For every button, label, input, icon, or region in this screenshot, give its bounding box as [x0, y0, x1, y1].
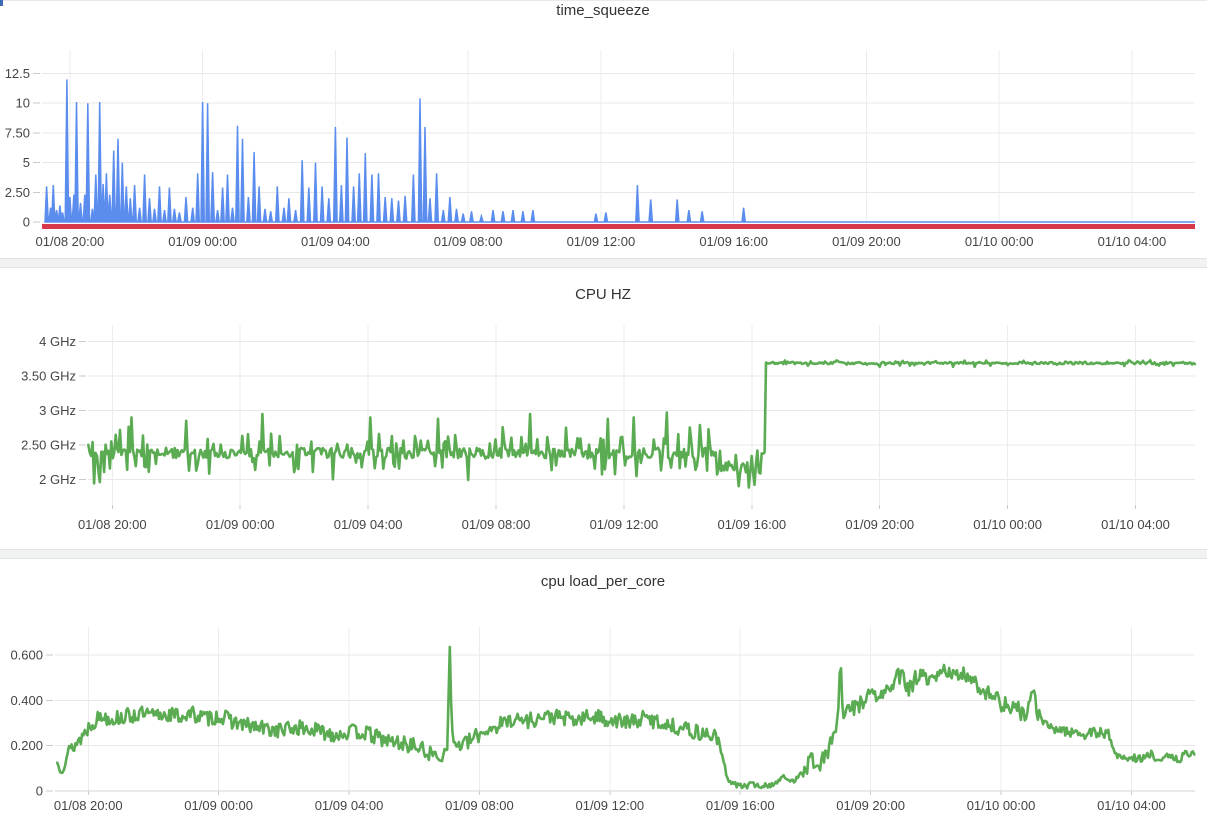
chart-title: CPU HZ — [575, 286, 631, 303]
chart-title: cpu load_per_core — [541, 573, 665, 590]
y-axis-tick-label: 0 — [36, 784, 43, 799]
x-axis-tick-label: 01/09 08:00 — [462, 517, 531, 532]
y-axis-tick-label: 0.600 — [10, 647, 43, 662]
cpu-hz-series — [88, 360, 1195, 487]
x-axis-tick-label: 01/10 00:00 — [965, 234, 1034, 249]
x-axis-tick-label: 01/09 16:00 — [706, 798, 775, 813]
panel-resize-handle[interactable] — [0, 258, 1207, 268]
x-axis-tick-label: 01/10 04:00 — [1097, 798, 1166, 813]
y-axis-tick-label: 2 GHz — [39, 472, 76, 487]
y-axis-tick-label: 0.200 — [10, 738, 43, 753]
chart-title: time_squeeze — [556, 2, 649, 19]
x-axis-tick-label: 01/09 16:00 — [717, 517, 786, 532]
x-axis-tick-label: 01/09 00:00 — [184, 798, 253, 813]
x-axis-tick-label: 01/09 04:00 — [334, 517, 403, 532]
y-axis-tick-label: 5 — [23, 155, 30, 170]
chart-series — [88, 360, 1195, 487]
y-axis-tick-label: 2.50 — [5, 185, 30, 200]
x-axis-tick-label: 01/09 20:00 — [836, 798, 905, 813]
cpu-load-per-core-chart[interactable]: 0.600 0.400 0.200 0 01/08 20:00 01/09 00:00 01… — [0, 559, 1207, 823]
x-axis-tick-label: 01/09 08:00 — [434, 234, 503, 249]
cpu-load-per-core-series — [57, 647, 1194, 788]
chart-series — [57, 647, 1194, 788]
x-axis-tick-label: 01/09 12:00 — [567, 234, 636, 249]
y-axis-tick-label: 2.50 GHz — [21, 437, 76, 452]
x-axis-tick-label: 01/09 04:00 — [315, 798, 384, 813]
y-axis-tick-label: 10 — [16, 96, 30, 111]
x-axis-tick-label: 01/09 04:00 — [301, 234, 370, 249]
y-axis-tick-label: 7.50 — [5, 125, 30, 140]
x-axis-tick-label: 01/10 04:00 — [1101, 517, 1170, 532]
x-axis-tick-label: 01/09 12:00 — [590, 517, 659, 532]
x-axis-tick-label: 01/09 00:00 — [168, 234, 237, 249]
y-axis-tick-label: 0 — [23, 215, 30, 230]
x-axis-tick-label: 01/10 04:00 — [1098, 234, 1167, 249]
chart-series — [42, 79, 1195, 226]
y-axis-tick-label: 3.50 GHz — [21, 369, 76, 384]
panel-resize-handle[interactable] — [0, 549, 1207, 559]
x-axis-tick-label: 01/10 00:00 — [967, 798, 1036, 813]
dashboard: 12.5 10 7.50 5 2.50 0 01/08 20:00 01/09 00:00 01… — [0, 0, 1207, 823]
x-axis-tick-label: 01/09 00:00 — [206, 517, 275, 532]
x-axis-tick-label: 01/09 16:00 — [699, 234, 768, 249]
y-axis-tick-label: 3 GHz — [39, 403, 76, 418]
x-axis-tick-label: 01/09 12:00 — [575, 798, 644, 813]
time-squeeze-series — [45, 79, 1195, 222]
x-axis-tick-label: 01/09 08:00 — [445, 798, 514, 813]
x-axis-tick-label: 01/08 20:00 — [78, 517, 147, 532]
x-axis-tick-label: 01/09 20:00 — [832, 234, 901, 249]
cpu-hz-chart[interactable]: 4 GHz 3.50 GHz 3 GHz 2.50 GHz 2 GHz 01/08 20:… — [0, 268, 1207, 549]
y-axis-tick-label: 4 GHz — [39, 334, 76, 349]
x-axis-tick-label: 01/08 20:00 — [54, 798, 123, 813]
y-axis-tick-label: 12.5 — [5, 66, 30, 81]
chart-axis-labels: 0.600 0.400 0.200 0 01/08 20:00 01/09 00:00 01… — [10, 647, 1165, 813]
x-axis-tick-label: 01/10 00:00 — [973, 517, 1042, 532]
x-axis-tick-label: 01/08 20:00 — [36, 234, 105, 249]
y-axis-tick-label: 0.400 — [10, 693, 43, 708]
x-axis-tick-label: 01/09 20:00 — [845, 517, 914, 532]
time-squeeze-chart[interactable]: 12.5 10 7.50 5 2.50 0 01/08 20:00 01/09 00:00 01… — [0, 0, 1207, 258]
chart-grid — [79, 325, 1195, 509]
